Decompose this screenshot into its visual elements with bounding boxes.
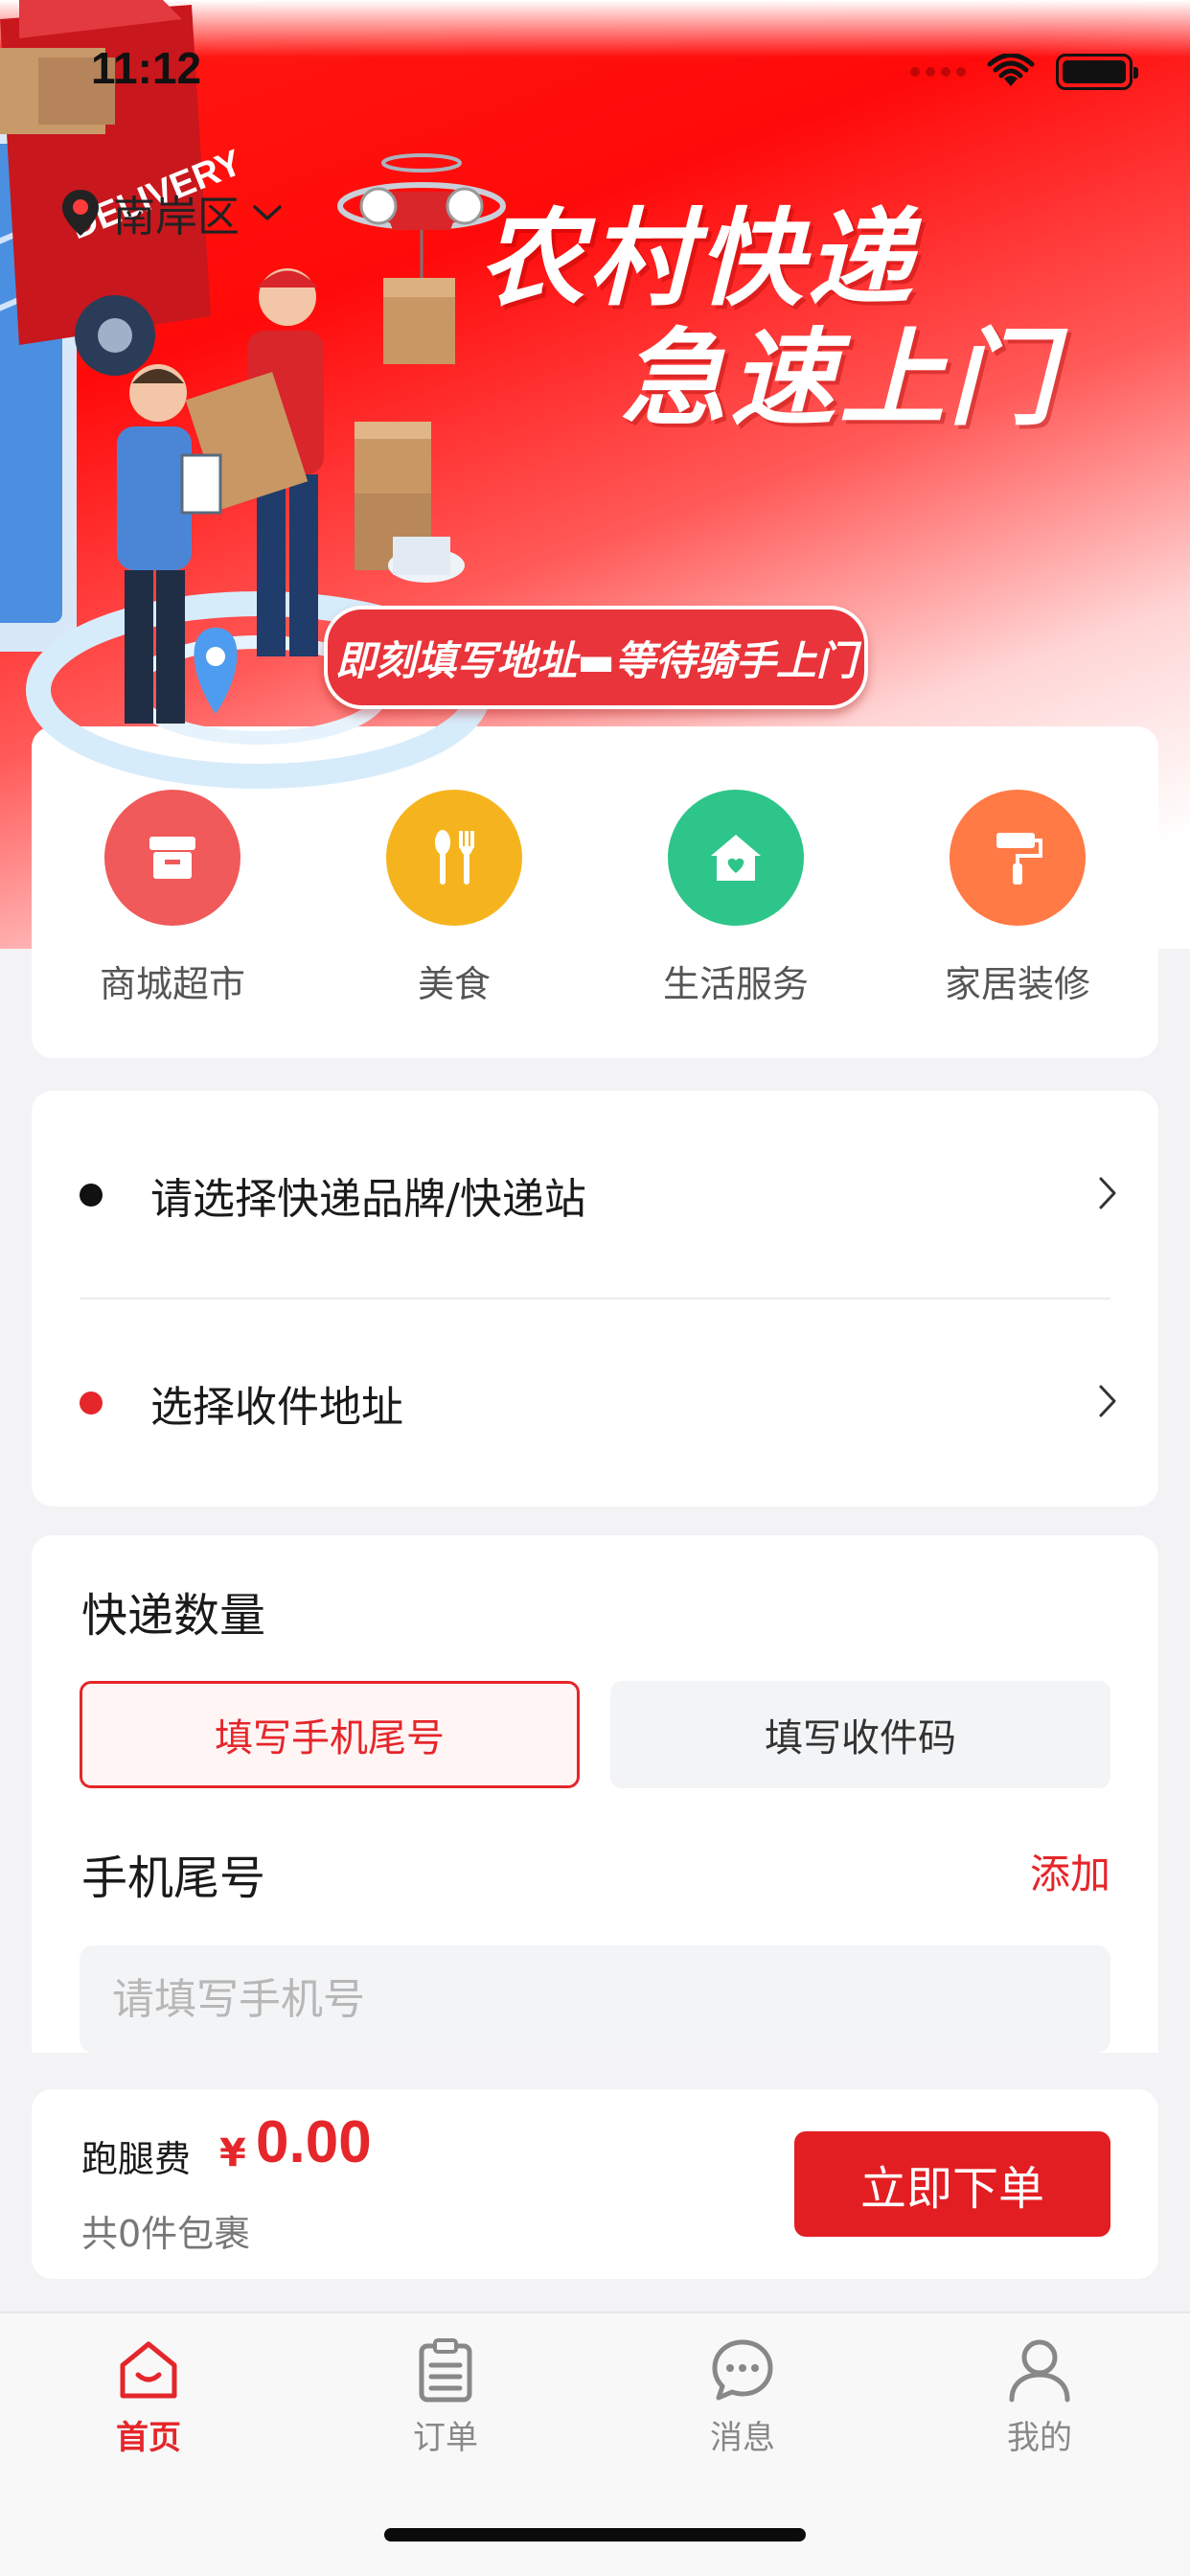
status-time: 11:12 (91, 43, 202, 93)
delivery-illustration: DELIVERY (0, 0, 506, 789)
bullet-dot (80, 1391, 103, 1414)
category-label: 商城超市 (99, 963, 245, 1005)
package-count: 共0件包裹 (81, 2213, 251, 2255)
location-district: 南岸区 (113, 193, 240, 242)
brand-select-label: 请选择快递品牌/快递站 (150, 1174, 586, 1224)
tab-orders[interactable]: 订单 (297, 2313, 594, 2458)
address-select-row[interactable]: 选择收件地址 (32, 1299, 1158, 1506)
user-icon (1009, 2339, 1070, 2403)
chevron-right-icon (1099, 1385, 1116, 1417)
home-indicator[interactable] (384, 2528, 806, 2542)
drone-graphic (337, 153, 506, 364)
brand-select-row[interactable]: 请选择快递品牌/快递站 (32, 1091, 1158, 1299)
tab-label: 订单 (413, 2419, 478, 2457)
phone-suffix-title: 手机尾号 (81, 1852, 266, 1905)
address-select-label: 选择收件地址 (150, 1382, 403, 1432)
chat-bubble-icon (712, 2339, 773, 2401)
tab-home[interactable]: 首页 (0, 2313, 297, 2458)
fee-amount: 0.00 (256, 2109, 372, 2175)
add-button[interactable]: 添加 (1030, 1842, 1110, 1900)
fee-label: 跑腿费 (81, 2138, 192, 2180)
express-select-card: 请选择快递品牌/快递站 选择收件地址 (32, 1091, 1158, 1506)
box-stack-graphic (355, 422, 465, 583)
location-pin-icon (62, 190, 99, 236)
category-label: 家居装修 (944, 963, 1090, 1005)
phone-input[interactable] (80, 1945, 1110, 2053)
quantity-card: 快递数量 填写手机尾号 填写收件码 手机尾号 添加 (32, 1535, 1158, 2053)
bullet-dot (80, 1183, 103, 1207)
location-selector[interactable]: 南岸区 (59, 182, 284, 243)
status-indicators (910, 54, 1138, 90)
hero-slogan: 即刻填写地址▬等待骑手上门 (324, 606, 868, 709)
currency-symbol: ¥ (219, 2131, 246, 2175)
place-order-button[interactable]: 立即下单 (794, 2131, 1110, 2237)
category-label: 生活服务 (662, 963, 809, 1005)
quantity-title: 快递数量 (81, 1589, 266, 1643)
chevron-right-icon (1099, 1177, 1116, 1209)
wifi-icon (987, 54, 1035, 86)
tab-mine[interactable]: 我的 (891, 2313, 1188, 2458)
hero-banner[interactable]: DELIVERY 农村快递 急速上门 即刻填写地址▬等待骑手上门 (0, 0, 1190, 949)
battery-icon (1056, 54, 1138, 90)
home-icon (120, 2341, 177, 2399)
tab-label: 消息 (710, 2419, 775, 2457)
tab-label: 首页 (116, 2419, 181, 2457)
mode-code-tab[interactable]: 填写收件码 (610, 1681, 1110, 1788)
signal-dots-icon (910, 67, 966, 77)
tab-label: 我的 (1007, 2419, 1072, 2457)
mode-phone-tab[interactable]: 填写手机尾号 (80, 1681, 580, 1788)
status-bar: 11:12 (0, 0, 1190, 134)
order-summary-card: 跑腿费 ¥ 0.00 共0件包裹 立即下单 (32, 2089, 1158, 2279)
clipboard-icon (419, 2338, 472, 2403)
tab-messages[interactable]: 消息 (594, 2313, 891, 2458)
chevron-down-icon (253, 205, 282, 220)
category-label: 美食 (417, 963, 491, 1005)
